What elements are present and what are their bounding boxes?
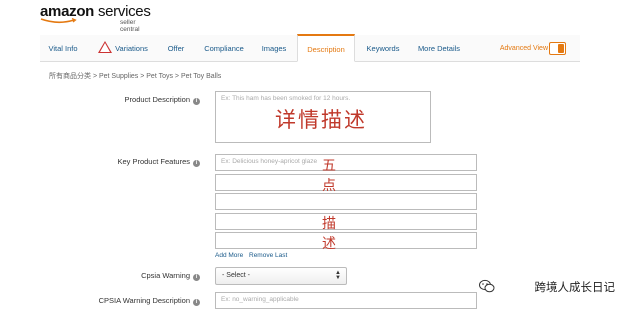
label-text: Cpsia Warning [141,271,190,280]
label-text: CPSIA Warning Description [98,296,190,305]
logo-text: amazon services [40,3,151,20]
product-description-label: Product Description i [10,95,200,105]
remove-last-link[interactable]: Remove Last [249,252,287,259]
features-annotation-5: 述 [322,236,336,252]
cpsia-warning-label: Cpsia Warning i [10,271,200,281]
tab-more-details[interactable]: More Details [412,35,466,62]
bullet-point-5-input[interactable] [215,232,477,249]
tab-description[interactable]: Description [297,34,355,62]
tab-label: Description [307,45,345,54]
cpsia-description-input[interactable]: Ex: no_warning_applicable [215,292,477,309]
wechat-icon [479,279,495,293]
placeholder-text: Ex: Delicious honey-apricot glaze [221,158,318,165]
placeholder-text: Ex: This ham has been smoked for 12 hour… [221,95,351,102]
placeholder-text: Ex: no_warning_applicable [221,296,299,303]
tab-label: Variations [115,44,148,53]
advanced-view-label: Advanced View [499,45,548,52]
logo-services: services [97,3,151,20]
info-icon[interactable]: i [193,274,200,281]
cpsia-warning-select[interactable]: - Select - ▲ ▼ [215,267,347,285]
tab-label: Keywords [366,44,400,53]
select-value: - Select - [222,272,251,279]
listing-tab-bar: Vital Info Variations Offer Compliance I… [40,34,580,62]
label-text: Product Description [124,95,190,104]
add-more-link[interactable]: Add More [215,252,243,259]
cpsia-description-label: CPSIA Warning Description i [10,296,200,306]
logo-main: amazon [40,3,95,20]
features-annotation-1: 五 [322,158,336,174]
info-icon[interactable]: i [193,98,200,105]
amazon-services-logo: amazon services seller central [40,3,151,33]
select-arrows-icon: ▲ ▼ [335,270,341,281]
tab-offer[interactable]: Offer [158,35,194,62]
label-text: Key Product Features [117,157,190,166]
tab-keywords[interactable]: Keywords [358,35,408,62]
warning-icon [98,41,113,53]
watermark-text: 跨境人成长日记 [534,282,616,294]
tab-label: Compliance [204,44,244,53]
breadcrumb: 所有商品分类 > Pet Supplies > Pet Toys > Pet T… [49,73,222,80]
features-annotation-4: 描 [322,216,336,232]
tab-vital-info[interactable]: Vital Info [40,35,86,62]
tab-images[interactable]: Images [254,35,294,62]
advanced-view-toggle[interactable] [549,42,566,55]
info-icon[interactable]: i [193,299,200,306]
description-annotation: 详情描述 [275,108,367,132]
bullet-point-2-input[interactable] [215,174,477,191]
bullet-point-4-input[interactable] [215,213,477,230]
info-icon[interactable]: i [193,160,200,167]
key-features-label: Key Product Features i [10,157,200,167]
tab-label: More Details [417,44,461,53]
tab-label: Vital Info [48,44,78,53]
tab-compliance[interactable]: Compliance [198,35,250,62]
tab-label: Offer [167,44,185,53]
bullet-point-1-input[interactable]: Ex: Delicious honey-apricot glaze [215,154,477,171]
bullet-point-3-input[interactable] [215,193,477,210]
tab-variations[interactable]: Variations [92,35,154,62]
tab-label: Images [261,44,287,53]
seller-central-label: seller central [120,19,140,33]
features-annotation-2: 点 [322,178,336,194]
